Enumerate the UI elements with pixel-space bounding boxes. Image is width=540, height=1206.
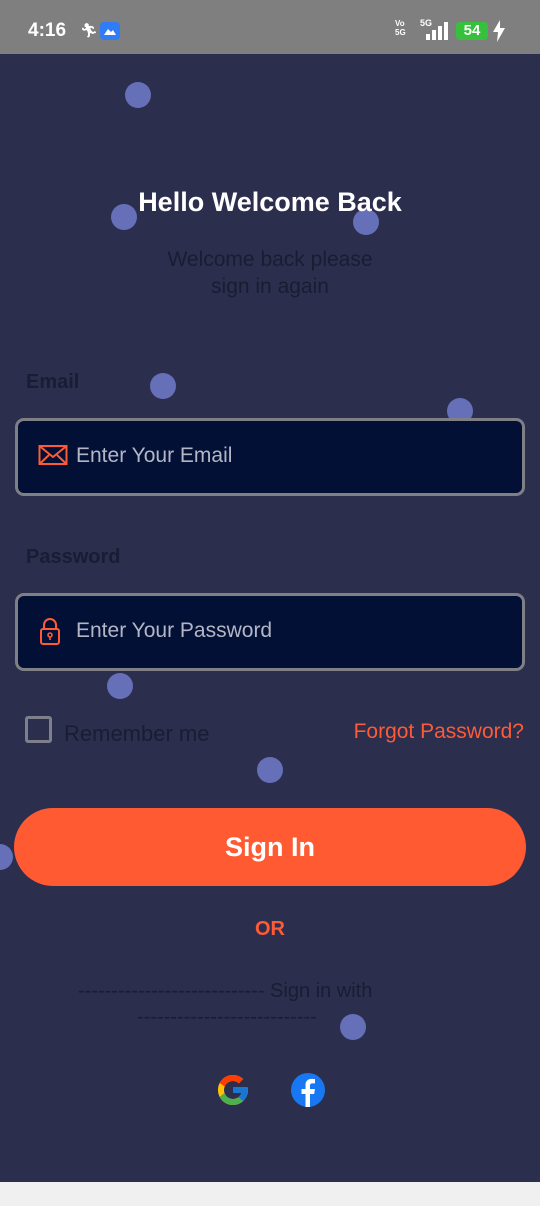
subtitle-line-1: Welcome back please <box>167 248 373 271</box>
password-label: Password <box>26 546 121 568</box>
email-input[interactable] <box>76 439 496 473</box>
page-subtitle: Welcome back please sign in again <box>0 246 540 300</box>
forgot-password-link[interactable]: Forgot Password? <box>354 720 524 744</box>
navigation-bar-area <box>0 1182 540 1206</box>
app-notification-icon <box>100 22 120 40</box>
email-label: Email <box>26 371 80 393</box>
sign-in-with-divider: --------------------------- <box>137 1006 317 1028</box>
charging-icon <box>493 20 505 42</box>
remember-me-label[interactable]: Remember me <box>64 721 209 747</box>
or-separator: OR <box>255 918 285 940</box>
decorative-dot <box>0 844 13 870</box>
status-time: 4:16 <box>28 20 67 41</box>
battery-indicator: 54 <box>456 22 488 40</box>
running-icon: 🏃︎ <box>80 22 98 38</box>
login-screen: Hello Welcome Back Welcome back please s… <box>0 54 540 1182</box>
mail-icon <box>38 445 68 465</box>
sign-in-with-text: ---------------------------- Sign in wit… <box>78 980 373 1002</box>
volte-icon: Vo 5G <box>395 19 406 37</box>
decorative-dot <box>107 673 133 699</box>
password-input[interactable] <box>76 614 496 648</box>
google-icon[interactable] <box>215 1072 251 1108</box>
password-field[interactable] <box>15 593 525 671</box>
email-field[interactable] <box>15 418 525 496</box>
decorative-dot <box>125 82 151 108</box>
subtitle-line-2: sign in again <box>211 275 329 298</box>
sign-in-button[interactable]: Sign In <box>14 808 526 886</box>
remember-me-checkbox[interactable] <box>25 716 52 743</box>
decorative-dot <box>340 1014 366 1040</box>
decorative-dot <box>150 373 176 399</box>
page-title: Hello Welcome Back <box>138 187 402 217</box>
facebook-icon[interactable] <box>290 1072 326 1108</box>
lock-icon <box>40 618 60 645</box>
status-bar: 4:16 🏃︎ Vo 5G 5G 54 <box>0 0 540 54</box>
decorative-dot <box>257 757 283 783</box>
signal-icon <box>426 22 448 40</box>
